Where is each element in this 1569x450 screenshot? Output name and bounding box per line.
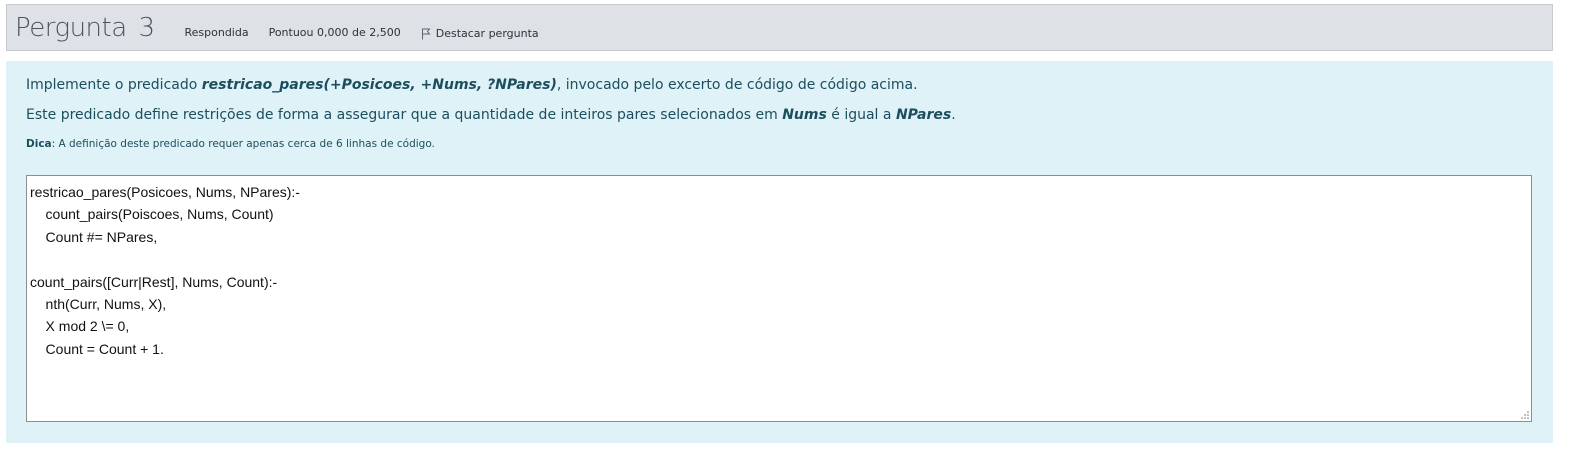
resize-handle-icon[interactable]	[1519, 409, 1529, 419]
question-state: Respondida	[184, 26, 249, 39]
flag-question-link[interactable]: Destacar pergunta	[421, 27, 539, 42]
predicate-signature: restricao_pares(+Posicoes, +Nums, ?NPare…	[201, 77, 557, 93]
question-title: Pergunta 3	[15, 13, 155, 43]
code-line: Count #= NPares,	[30, 228, 158, 245]
p1-text-end: , invocado pelo excerto de código de cód…	[556, 77, 918, 93]
answer-textarea[interactable]: restricao_pares(Posicoes, Nums, NPares):…	[26, 175, 1532, 422]
flag-label: Destacar pergunta	[435, 27, 539, 40]
question-grade: Pontuou 0,000 de 2,500	[268, 26, 401, 39]
code-line: X mod 2 \= 0,	[30, 318, 130, 335]
code-line: nth(Curr, Nums, X),	[30, 295, 167, 312]
question-paragraph-2: Este predicado define restrições de form…	[26, 105, 1533, 125]
question-paragraph-1: Implemente o predicado restricao_pares(+…	[26, 75, 1533, 95]
question-label: Pergunta	[15, 13, 127, 43]
p1-text: Implemente o predicado	[26, 77, 202, 93]
question-info-bar: Pergunta 3 Respondida Pontuou 0,000 de 2…	[6, 4, 1553, 51]
nums-term: Nums	[782, 107, 827, 123]
question-number: 3	[138, 13, 155, 43]
hint-text: : A definição deste predicado requer ape…	[51, 138, 435, 150]
hint: Dica: A definição deste predicado requer…	[26, 137, 1533, 151]
question-content: Implemente o predicado restricao_pares(+…	[6, 61, 1553, 443]
p2-text-middle: é igual a	[826, 107, 896, 123]
npares-term: NPares	[895, 107, 952, 123]
code-line: restricao_pares(Posicoes, Nums, NPares):…	[30, 184, 300, 200]
code-line: count_pairs(Poiscoes, Nums, Count)	[30, 206, 274, 223]
p2-text: Este predicado define restrições de form…	[26, 107, 783, 123]
hint-label: Dica	[26, 138, 52, 150]
code-line: Count = Count + 1.	[30, 340, 164, 357]
p2-text-end: .	[951, 107, 956, 123]
code-line: count_pairs([Curr|Rest], Nums, Count):-	[30, 273, 278, 290]
flag-icon	[421, 28, 431, 39]
question-card: Pergunta 3 Respondida Pontuou 0,000 de 2…	[6, 4, 1553, 443]
question-text: Implemente o predicado restricao_pares(+…	[26, 75, 1533, 151]
